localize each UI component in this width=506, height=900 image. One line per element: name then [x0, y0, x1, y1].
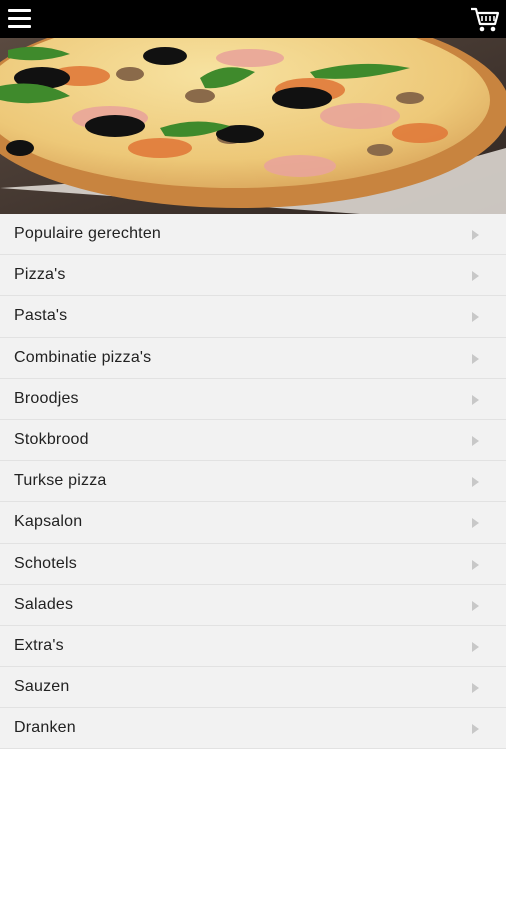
- category-item-combinatie-pizzas[interactable]: Combinatie pizza's: [0, 337, 506, 379]
- chevron-right-icon: [472, 641, 479, 652]
- chevron-right-icon: [472, 683, 479, 694]
- category-label: Broodjes: [14, 389, 79, 407]
- chevron-right-icon: [472, 518, 479, 529]
- category-label: Stokbrood: [14, 430, 89, 448]
- category-item-schotels[interactable]: Schotels: [0, 543, 506, 585]
- category-item-sauzen[interactable]: Sauzen: [0, 667, 506, 709]
- chevron-right-icon: [472, 559, 479, 570]
- cart-button[interactable]: [470, 6, 500, 33]
- chevron-right-icon: [472, 724, 479, 735]
- category-item-pastas[interactable]: Pasta's: [0, 296, 506, 338]
- category-item-stokbrood[interactable]: Stokbrood: [0, 419, 506, 462]
- category-item-kapsalon[interactable]: Kapsalon: [0, 502, 506, 544]
- category-label: Sauzen: [14, 678, 70, 696]
- category-item-populaire-gerechten[interactable]: Populaire gerechten: [0, 214, 506, 256]
- category-label: Combinatie pizza's: [14, 348, 152, 366]
- chevron-right-icon: [472, 394, 479, 405]
- category-label: Salades: [14, 595, 74, 613]
- category-label: Turkse pizza: [14, 472, 107, 490]
- chevron-right-icon: [472, 312, 479, 323]
- category-label: Dranken: [14, 719, 76, 737]
- top-app-bar: [0, 0, 506, 38]
- category-list: Populaire gerechten Pizza's Pasta's Comb…: [0, 214, 506, 750]
- category-label: Populaire gerechten: [14, 225, 162, 242]
- chevron-right-icon: [472, 435, 479, 446]
- menu-button[interactable]: [8, 9, 31, 29]
- category-label: Extra's: [14, 636, 64, 654]
- category-item-pizzas[interactable]: Pizza's: [0, 255, 506, 297]
- chevron-right-icon: [472, 600, 479, 611]
- chevron-right-icon: [472, 230, 479, 240]
- chevron-right-icon: [472, 353, 479, 364]
- hero-pizza-image: [0, 38, 506, 214]
- category-item-dranken[interactable]: Dranken: [0, 708, 506, 750]
- chevron-right-icon: [472, 477, 479, 488]
- category-item-extras[interactable]: Extra's: [0, 625, 506, 668]
- chevron-right-icon: [472, 271, 479, 282]
- category-item-turkse-pizza[interactable]: Turkse pizza: [0, 461, 506, 503]
- category-label: Schotels: [14, 554, 77, 572]
- category-label: Pizza's: [14, 266, 66, 284]
- category-item-salades[interactable]: Salades: [0, 584, 506, 626]
- category-item-broodjes[interactable]: Broodjes: [0, 378, 506, 420]
- category-label: Pasta's: [14, 307, 68, 325]
- shopping-cart-icon: [471, 7, 500, 32]
- category-label: Kapsalon: [14, 513, 83, 531]
